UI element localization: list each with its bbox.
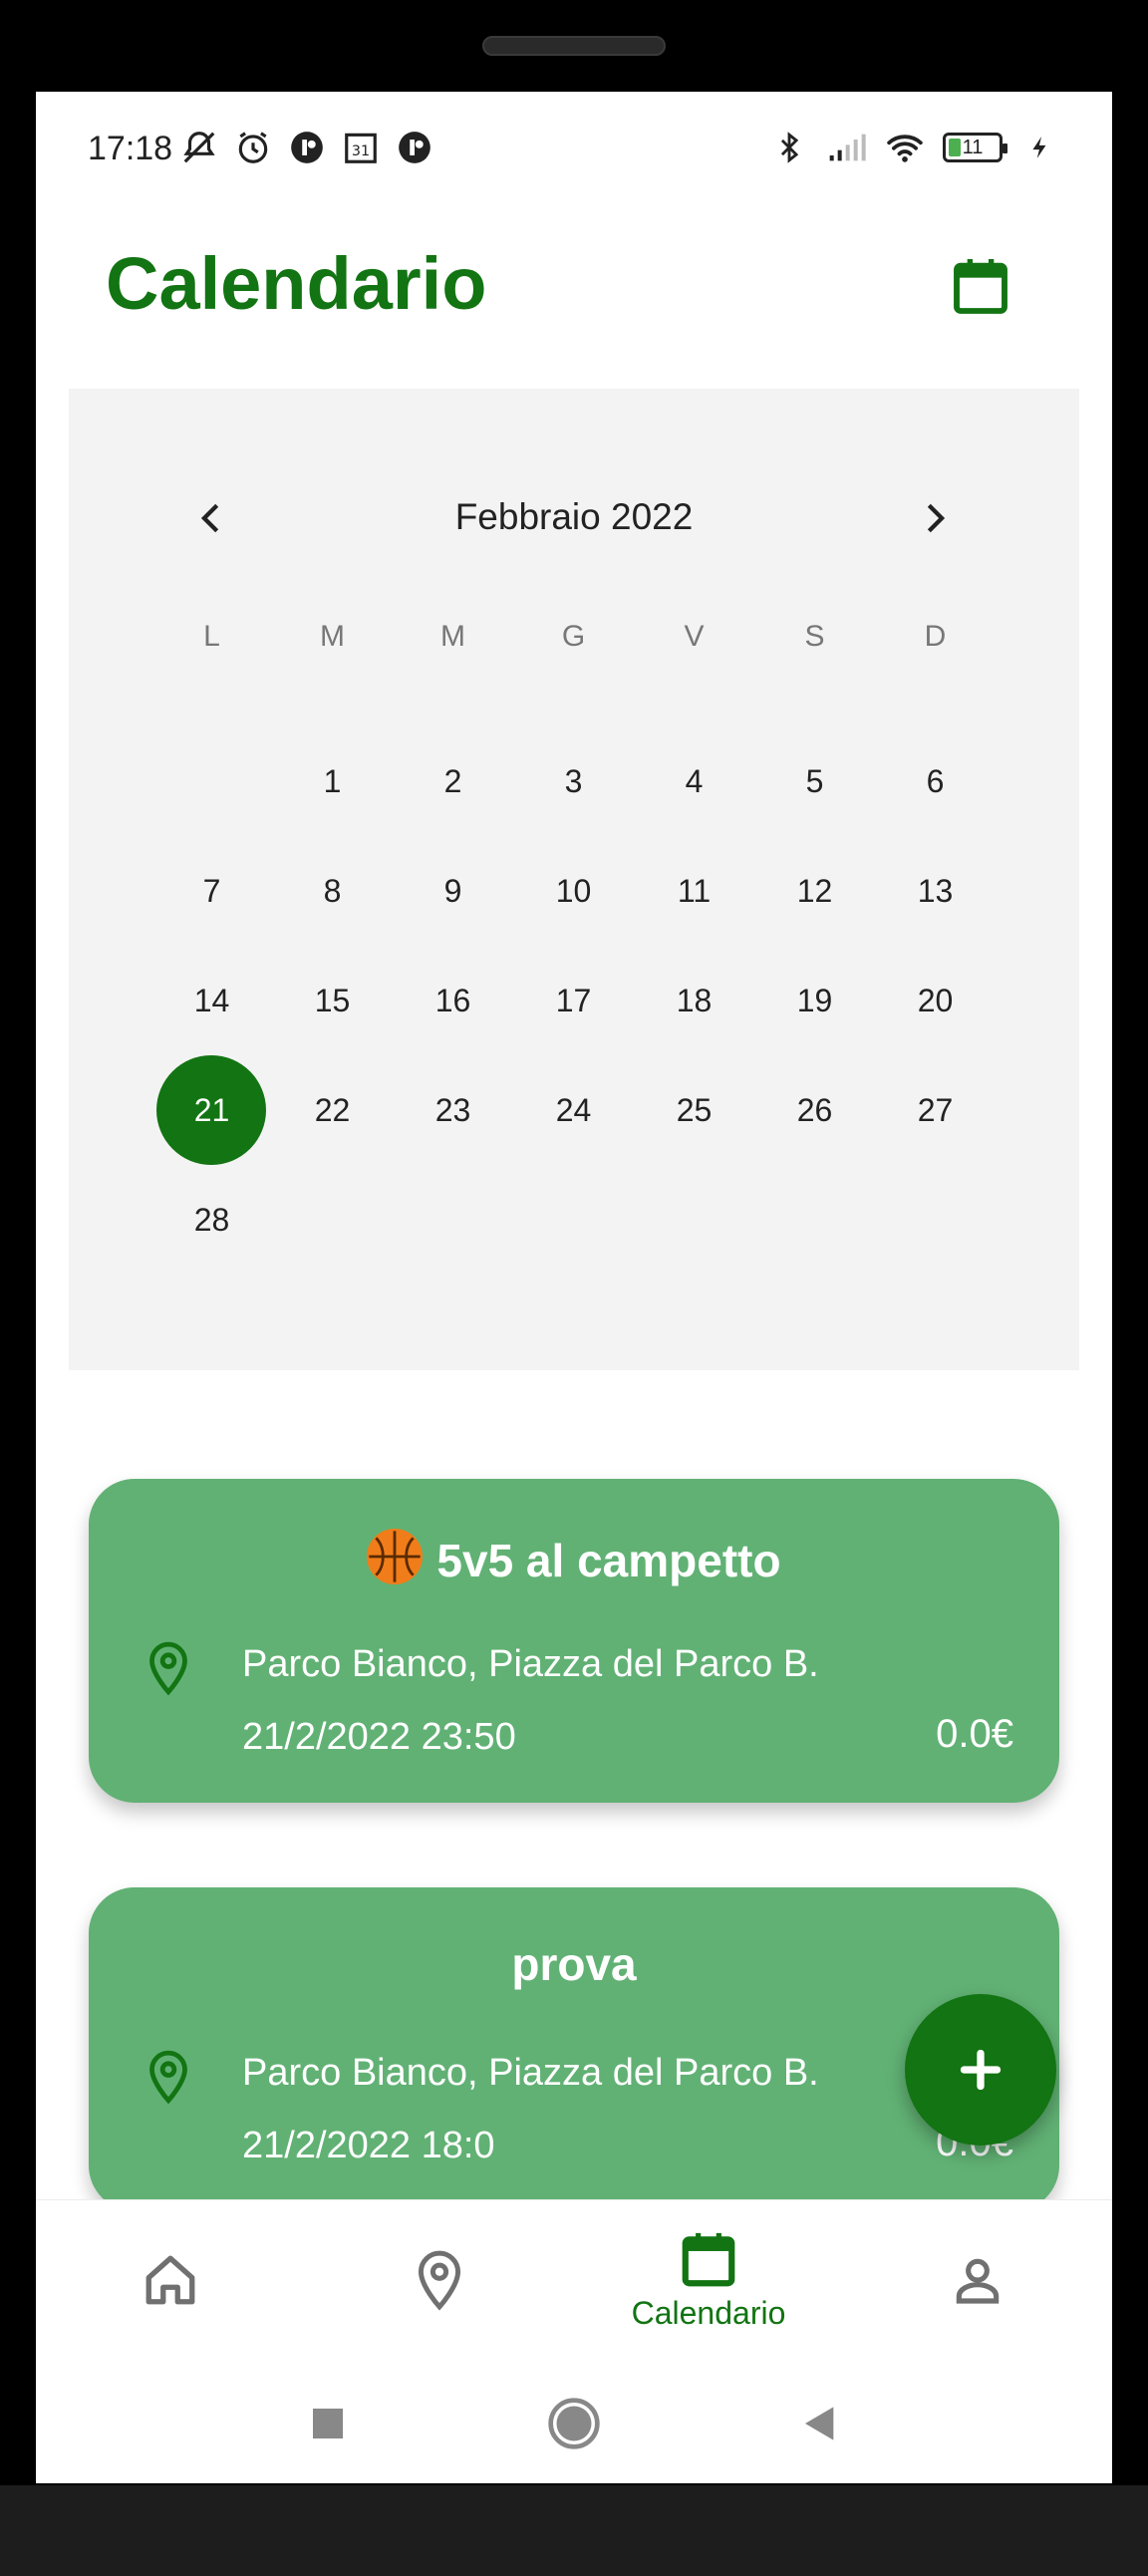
app-screen: 17:18 31 11 Calendario Febbraio 2022 L M… bbox=[36, 92, 1112, 2483]
square-icon bbox=[313, 2409, 343, 2438]
system-navigation-bar bbox=[36, 2359, 1112, 2483]
calendar-day[interactable]: 17 bbox=[513, 946, 634, 1055]
status-time: 17:18 bbox=[88, 130, 173, 167]
calendar-day[interactable]: 22 bbox=[272, 1055, 393, 1165]
calendar-day[interactable]: 28 bbox=[151, 1165, 272, 1275]
weekday-label: G bbox=[561, 620, 586, 653]
svg-text:31: 31 bbox=[352, 143, 370, 159]
app-icon bbox=[287, 128, 327, 167]
event-title: 5v5 al campetto bbox=[89, 1529, 1059, 1587]
month-calendar: Febbraio 2022 L M M G V S D 1 2 3 4 5 6 bbox=[69, 389, 1079, 1370]
bluetooth-icon bbox=[769, 128, 809, 167]
page-title: Calendario bbox=[106, 242, 487, 325]
phone-speaker bbox=[482, 36, 666, 56]
phone-frame: 17:18 31 11 Calendario Febbraio 2022 L M… bbox=[0, 0, 1148, 2576]
nav-label-calendar: Calendario bbox=[631, 2294, 786, 2331]
mute-icon bbox=[179, 128, 219, 167]
alarm-icon bbox=[233, 128, 273, 167]
calendar-day-empty bbox=[151, 726, 272, 836]
signal-icon bbox=[827, 128, 867, 167]
calendar-day-selected[interactable]: 21 bbox=[151, 1055, 272, 1165]
recent-apps-button[interactable] bbox=[293, 2389, 363, 2458]
calendar-day[interactable]: 26 bbox=[754, 1055, 875, 1165]
calendar-day[interactable]: 1 bbox=[272, 726, 393, 836]
status-left-icons: 31 bbox=[179, 128, 434, 167]
calendar-day[interactable]: 4 bbox=[634, 726, 754, 836]
calendar-day[interactable]: 3 bbox=[513, 726, 634, 836]
person-icon bbox=[956, 2258, 1000, 2304]
calendar-31-icon: 31 bbox=[341, 128, 381, 167]
status-right-icons: 11 bbox=[769, 128, 1060, 167]
home-system-button[interactable] bbox=[539, 2389, 609, 2458]
calendar-icon bbox=[682, 2232, 735, 2286]
location-pin-icon bbox=[418, 2250, 461, 2311]
calendar-day[interactable]: 19 bbox=[754, 946, 875, 1055]
event-title-text: 5v5 al campetto bbox=[436, 1535, 781, 1586]
calendar-day[interactable]: 6 bbox=[875, 726, 996, 836]
weekday-label: M bbox=[440, 620, 465, 653]
calendar-day[interactable]: 7 bbox=[151, 836, 272, 946]
charging-icon bbox=[1020, 128, 1060, 167]
calendar-day[interactable]: 18 bbox=[634, 946, 754, 1055]
week-row: 28 bbox=[151, 1165, 997, 1275]
chevron-right-icon bbox=[927, 503, 946, 533]
event-datetime: 21/2/2022 23:50 bbox=[242, 1716, 516, 1758]
home-icon bbox=[145, 2255, 195, 2305]
nav-item-calendar[interactable]: Calendario bbox=[574, 2200, 843, 2360]
app-icon bbox=[395, 128, 434, 167]
calendar-day[interactable]: 14 bbox=[151, 946, 272, 1055]
calendar-day[interactable]: 24 bbox=[513, 1055, 634, 1165]
weekday-label: S bbox=[804, 620, 825, 653]
calendar-day[interactable]: 10 bbox=[513, 836, 634, 946]
weekday-label: M bbox=[320, 620, 345, 653]
back-system-button[interactable] bbox=[785, 2389, 855, 2458]
calendar-day-number: 21 bbox=[193, 1091, 230, 1128]
calendar-day[interactable]: 9 bbox=[393, 836, 513, 946]
event-location: Parco Bianco, Piazza del Parco B. bbox=[242, 2052, 819, 2094]
basketball-icon bbox=[367, 1529, 424, 1584]
weekday-label: L bbox=[203, 620, 220, 653]
event-price: 0.0€ bbox=[936, 1712, 1013, 1756]
nav-item-map[interactable] bbox=[305, 2200, 574, 2360]
triangle-back-icon bbox=[805, 2407, 834, 2440]
nav-item-home[interactable] bbox=[36, 2200, 305, 2360]
week-row: 1 2 3 4 5 6 bbox=[151, 726, 997, 836]
calendar-day[interactable]: 16 bbox=[393, 946, 513, 1055]
calendar-day[interactable]: 8 bbox=[272, 836, 393, 946]
status-bar: 17:18 31 11 bbox=[36, 92, 1112, 211]
add-event-button[interactable] bbox=[905, 1994, 1056, 2146]
calendar-day[interactable]: 27 bbox=[875, 1055, 996, 1165]
weekday-label: D bbox=[924, 620, 947, 653]
week-row: 14 15 16 17 18 19 20 bbox=[151, 946, 997, 1055]
wifi-icon bbox=[885, 128, 925, 167]
calendar-day[interactable]: 15 bbox=[272, 946, 393, 1055]
bottom-navigation: Calendario bbox=[36, 2199, 1112, 2359]
circle-icon bbox=[548, 2398, 600, 2449]
calendar-day[interactable]: 25 bbox=[634, 1055, 754, 1165]
nav-item-profile[interactable] bbox=[843, 2200, 1112, 2360]
event-card[interactable]: 5v5 al campetto Parco Bianco, Piazza del… bbox=[89, 1479, 1059, 1803]
week-row: 21 22 23 24 25 26 27 bbox=[151, 1055, 997, 1165]
calendar-toggle-button[interactable] bbox=[945, 251, 1016, 323]
calendar-day[interactable]: 11 bbox=[634, 836, 754, 946]
calendar-icon bbox=[954, 259, 1007, 314]
battery-icon: 11 bbox=[943, 133, 1007, 162]
calendar-day[interactable]: 2 bbox=[393, 726, 513, 836]
next-month-button[interactable] bbox=[905, 488, 965, 548]
calendar-day[interactable]: 23 bbox=[393, 1055, 513, 1165]
phone-bottom-bezel bbox=[0, 2485, 1148, 2576]
calendar-day[interactable]: 12 bbox=[754, 836, 875, 946]
event-title: prova bbox=[511, 1938, 637, 1990]
weekday-label: V bbox=[684, 620, 705, 653]
calendar-day[interactable]: 5 bbox=[754, 726, 875, 836]
calendar-day[interactable]: 13 bbox=[875, 836, 996, 946]
calendar-day[interactable]: 20 bbox=[875, 946, 996, 1055]
week-row: 7 8 9 10 11 12 13 bbox=[151, 836, 997, 946]
event-datetime: 21/2/2022 18:0 bbox=[242, 2125, 495, 2166]
plus-icon bbox=[960, 2049, 1002, 2091]
location-pin-icon bbox=[141, 1638, 196, 1698]
event-location: Parco Bianco, Piazza del Parco B. bbox=[242, 1643, 819, 1685]
weekday-header: L M M G V S D bbox=[151, 620, 997, 654]
location-pin-icon bbox=[141, 2047, 196, 2107]
